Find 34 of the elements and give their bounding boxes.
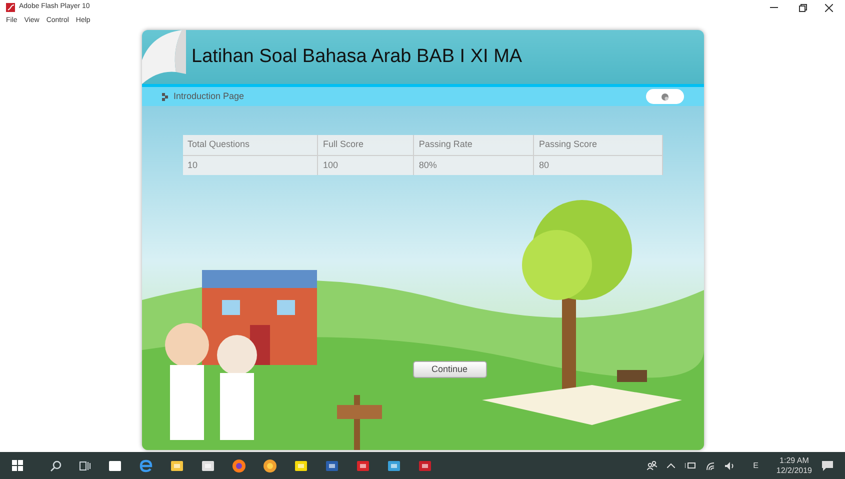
browser-icon[interactable] xyxy=(139,458,153,472)
breadcrumb: Introduction Page xyxy=(174,90,244,103)
speaker-icon xyxy=(660,92,670,100)
close-icon[interactable] xyxy=(825,4,833,12)
clock-date: 12/2/2019 xyxy=(776,466,812,476)
speaker-icon[interactable] xyxy=(725,462,736,470)
clock[interactable]: 1:29 AM 12/2/2019 xyxy=(776,456,812,476)
table-cell: 80% xyxy=(413,155,534,175)
table-cell: 100 xyxy=(318,155,414,175)
windows-start-icon[interactable] xyxy=(12,460,23,471)
task-view-icon[interactable] xyxy=(79,460,91,472)
battery-icon[interactable] xyxy=(685,462,696,469)
column-header: Total Questions xyxy=(182,135,318,155)
column-header: Passing Rate xyxy=(413,135,534,155)
search-icon[interactable] xyxy=(50,460,62,472)
restore-icon[interactable] xyxy=(799,4,807,12)
page-curl-icon xyxy=(142,30,186,84)
globe-icon[interactable] xyxy=(263,458,277,472)
continue-button[interactable]: Continue xyxy=(412,361,486,378)
table-cell: 80 xyxy=(533,155,662,175)
app-logo-icon xyxy=(6,3,15,12)
column-header: Full Score xyxy=(318,135,414,155)
chevron-up-icon[interactable] xyxy=(667,463,676,468)
notification-icon[interactable] xyxy=(822,460,833,470)
wifi-icon[interactable] xyxy=(706,462,716,470)
bullet-icon xyxy=(162,92,168,100)
store-icon[interactable] xyxy=(108,458,122,472)
fox-globe-icon[interactable] xyxy=(232,458,246,472)
clock-time: 1:29 AM xyxy=(780,456,809,466)
quiz-title: Latihan Soal Bahasa Arab BAB I XI MA xyxy=(192,44,522,69)
column-header: Passing Score xyxy=(533,135,662,155)
language-indicator[interactable]: E xyxy=(753,460,758,472)
table-cell: 10 xyxy=(182,155,318,175)
people-icon[interactable] xyxy=(647,461,658,470)
